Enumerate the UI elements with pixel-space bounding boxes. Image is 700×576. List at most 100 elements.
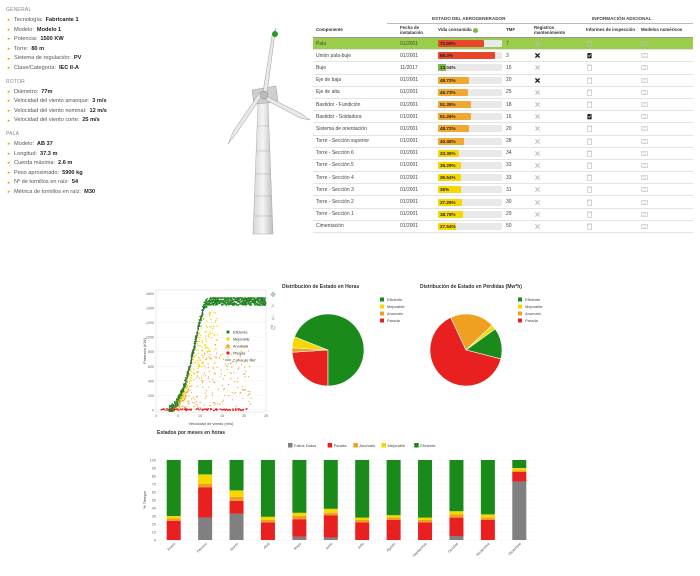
cell-informes[interactable]	[583, 174, 638, 181]
table-row[interactable]: Unión pala-buje 01/2001 88.3% 3	[313, 50, 693, 63]
col-header-tmf[interactable]: TMF	[503, 24, 531, 37]
clipboard-icon[interactable]	[586, 199, 593, 206]
bar-segment-fallos-datos[interactable]	[323, 537, 338, 540]
clipboard-icon[interactable]	[586, 138, 593, 145]
table-row[interactable]: Cimentación 01/2001 27.54% 50	[313, 221, 693, 233]
numeric-model-icon[interactable]	[641, 162, 648, 169]
bar-segment-eficiente[interactable]	[355, 460, 370, 518]
bar-segment-eficiente[interactable]	[292, 460, 307, 513]
bar-segment-parada[interactable]	[198, 487, 213, 518]
bar-segment-mejorable[interactable]	[480, 514, 495, 518]
bar-segment-mejorable[interactable]	[260, 516, 275, 520]
bar-segment-fallos-datos[interactable]	[229, 513, 244, 540]
numeric-model-icon[interactable]	[641, 52, 648, 59]
cell-modelos[interactable]	[638, 186, 693, 193]
bar-segment-parada[interactable]	[418, 522, 433, 540]
cell-informes[interactable]	[583, 162, 638, 169]
cell-registros[interactable]	[531, 40, 583, 47]
no-maintenance-icon[interactable]	[534, 101, 541, 108]
numeric-model-icon[interactable]	[641, 77, 648, 84]
bar-segment-anomalo[interactable]	[386, 517, 401, 520]
bar-segment-anomalo[interactable]	[260, 520, 275, 523]
pan-icon[interactable]: ✥	[268, 290, 278, 301]
clipboard-icon[interactable]	[586, 223, 593, 230]
cell-informes[interactable]	[583, 211, 638, 218]
numeric-model-icon[interactable]	[641, 211, 648, 218]
no-maintenance-icon[interactable]	[534, 186, 541, 193]
bar-segment-anomalo[interactable]	[292, 516, 307, 520]
bar-segment-anomalo[interactable]	[512, 470, 527, 472]
clipboard-icon[interactable]	[586, 101, 593, 108]
bar-segment-anomalo[interactable]	[229, 496, 244, 501]
numeric-model-icon[interactable]	[641, 199, 648, 206]
bar-segment-eficiente[interactable]	[480, 460, 495, 515]
cell-registros[interactable]	[531, 211, 583, 218]
reset-icon[interactable]: ↻	[268, 323, 278, 334]
numeric-model-icon[interactable]	[641, 174, 648, 181]
table-row[interactable]: Bastidor - Soldadura 01/2001 51.26% 16	[313, 111, 693, 124]
numeric-model-icon[interactable]	[641, 186, 648, 193]
bar-segment-eficiente[interactable]	[449, 460, 464, 512]
bar-segment-fallos-datos[interactable]	[292, 536, 307, 540]
bar-segment-mejorable[interactable]	[512, 468, 527, 471]
cell-modelos[interactable]	[638, 64, 693, 71]
table-row[interactable]: Eje de baja 01/2001 48.72% 20	[313, 75, 693, 87]
bar-segment-mejorable[interactable]	[386, 515, 401, 518]
table-row[interactable]: Bastidor - Fundición 01/2001 51.35% 18	[313, 99, 693, 112]
cell-informes[interactable]	[583, 89, 638, 96]
bar-segment-mejorable[interactable]	[323, 508, 338, 513]
numeric-model-icon[interactable]	[641, 40, 648, 47]
bar-segment-parada[interactable]	[480, 520, 495, 540]
zoom-icon[interactable]: ⌕	[268, 301, 278, 312]
bar-segment-parada[interactable]	[449, 517, 464, 536]
cell-modelos[interactable]	[638, 113, 693, 120]
cell-modelos[interactable]	[638, 89, 693, 96]
bar-segment-eficiente[interactable]	[166, 460, 181, 516]
bar-segment-parada[interactable]	[323, 515, 338, 538]
no-maintenance-icon[interactable]	[534, 162, 541, 169]
cell-modelos[interactable]	[638, 77, 693, 84]
bar-segment-fallos-datos[interactable]	[449, 536, 464, 540]
cell-registros[interactable]	[531, 174, 583, 181]
clipboard-icon[interactable]	[586, 150, 593, 157]
cell-registros[interactable]	[531, 125, 583, 132]
cell-informes[interactable]	[583, 113, 638, 120]
bar-segment-fallos-datos[interactable]	[198, 517, 213, 540]
numeric-model-icon[interactable]	[641, 138, 648, 145]
col-header-componente[interactable]: Componente	[313, 24, 397, 37]
cell-modelos[interactable]	[638, 211, 693, 218]
numeric-model-icon[interactable]	[641, 64, 648, 71]
clipboard-icon[interactable]	[586, 162, 593, 169]
col-header-registros[interactable]: Registros mantenimiento	[531, 24, 583, 37]
bar-segment-mejorable[interactable]	[229, 490, 244, 497]
numeric-model-icon[interactable]	[641, 125, 648, 132]
inspection-report-icon[interactable]	[586, 113, 593, 120]
cell-registros[interactable]	[531, 162, 583, 169]
bar-segment-mejorable[interactable]	[418, 517, 433, 520]
no-maintenance-icon[interactable]	[534, 125, 541, 132]
cell-modelos[interactable]	[638, 101, 693, 108]
bar-segment-anomalo[interactable]	[480, 517, 495, 520]
numeric-model-icon[interactable]	[641, 89, 648, 96]
cell-informes[interactable]	[583, 77, 638, 84]
col-header-fecha[interactable]: Fecha de instalación	[397, 24, 435, 37]
bar-segment-eficiente[interactable]	[418, 460, 433, 518]
cell-informes[interactable]	[583, 52, 638, 59]
bar-segment-mejorable[interactable]	[166, 516, 181, 519]
cell-registros[interactable]	[531, 64, 583, 71]
col-header-modelos[interactable]: Modelos numéricos	[638, 24, 693, 37]
col-header-vida[interactable]: Vida consumida	[435, 24, 503, 37]
cell-registros[interactable]	[531, 150, 583, 157]
table-row[interactable]: Torre - Sección 4 01/2001 36.54% 33	[313, 172, 693, 185]
maintenance-icon[interactable]	[534, 52, 541, 59]
inspection-report-icon[interactable]	[586, 52, 593, 59]
table-row[interactable]: Buje 11/2017 13.04% 15	[313, 62, 693, 75]
bar-segment-eficiente[interactable]	[512, 460, 527, 468]
cell-informes[interactable]	[583, 199, 638, 206]
bar-segment-eficiente[interactable]	[198, 460, 213, 475]
cell-modelos[interactable]	[638, 174, 693, 181]
bar-segment-mejorable[interactable]	[355, 517, 370, 520]
bar-segment-eficiente[interactable]	[386, 460, 401, 516]
cell-informes[interactable]	[583, 64, 638, 72]
table-row[interactable]: Torre - Sección 1 01/2001 38.78% 29	[313, 209, 693, 221]
